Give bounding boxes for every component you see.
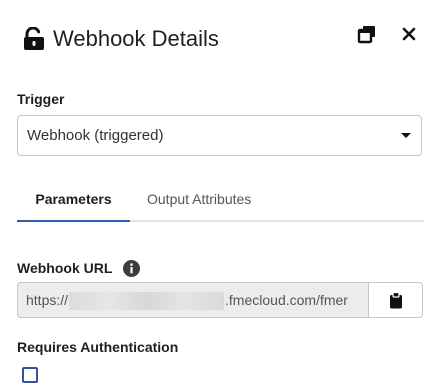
- redacted-block: [69, 292, 225, 311]
- webhook-url-label: Webhook URL: [17, 260, 113, 276]
- copy-url-button[interactable]: [368, 282, 423, 318]
- trigger-select-value: Webhook (triggered): [27, 127, 164, 144]
- requires-auth-label: Requires Authentication: [17, 339, 179, 355]
- unlocked-padlock-icon: [24, 27, 44, 50]
- close-icon[interactable]: [399, 24, 419, 44]
- webhook-url-value: https:// .fmecloud.com/fmer: [26, 292, 348, 311]
- tab-output-attributes[interactable]: Output Attributes: [147, 180, 251, 220]
- dialog-header: Webhook Details: [0, 0, 435, 78]
- webhook-url-suffix: .fmecloud.com/fmer: [225, 292, 348, 308]
- caret-down-icon: [401, 133, 411, 138]
- trigger-select[interactable]: Webhook (triggered): [17, 115, 422, 156]
- popout-window-icon[interactable]: [357, 24, 377, 44]
- tab-parameters[interactable]: Parameters: [17, 180, 130, 222]
- dialog-title: Webhook Details: [53, 26, 219, 51]
- tab-bar: Parameters Output Attributes: [17, 180, 424, 222]
- info-icon[interactable]: [123, 260, 140, 277]
- requires-auth-checkbox[interactable]: [22, 367, 38, 383]
- webhook-url-field[interactable]: https:// .fmecloud.com/fmer: [17, 282, 369, 318]
- trigger-label: Trigger: [17, 91, 65, 107]
- webhook-url-prefix: https://: [26, 292, 69, 308]
- clipboard-icon: [390, 292, 402, 309]
